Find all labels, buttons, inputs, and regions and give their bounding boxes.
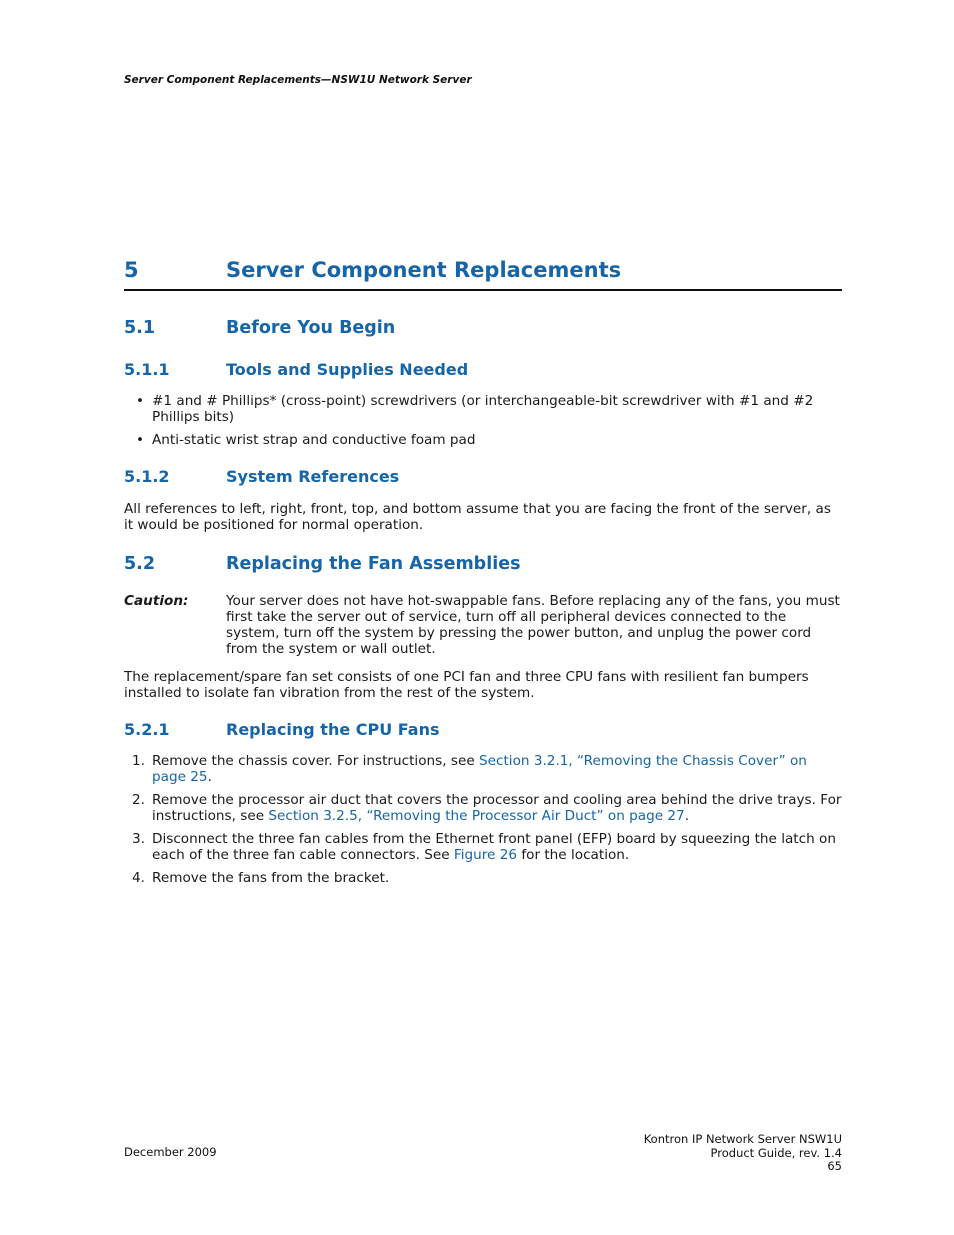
running-header: Server Component Replacements—NSW1U Netw… (124, 74, 472, 86)
step-item: 2. Remove the processor air duct that co… (124, 792, 842, 824)
chapter-number: 5 (124, 258, 139, 282)
footer-product-info: Kontron IP Network Server NSW1U Product … (643, 1132, 842, 1174)
section-title: System References (226, 467, 400, 486)
step-item: 3. Disconnect the three fan cables from … (124, 831, 842, 863)
section-title: Before You Begin (226, 318, 396, 338)
cpu-fan-steps: 1. Remove the chassis cover. For instruc… (124, 753, 842, 893)
section-number: 5.2.1 (124, 720, 170, 739)
tools-list: #1 and # Phillips* (cross-point) screwdr… (124, 393, 842, 455)
step-number: 4. (132, 870, 145, 886)
section-number: 5.1.2 (124, 467, 170, 486)
section-heading-5-1-1: 5.1.1 Tools and Supplies Needed (124, 360, 842, 382)
section-title: Replacing the Fan Assemblies (226, 554, 521, 574)
section-number: 5.1 (124, 318, 156, 338)
step-number: 2. (132, 792, 145, 808)
step-item: 1. Remove the chassis cover. For instruc… (124, 753, 842, 785)
step-number: 3. (132, 831, 145, 847)
step-text-end: . (207, 769, 212, 785)
section-link[interactable]: Section 3.2.5, “Removing the Processor A… (268, 808, 684, 824)
step-number: 1. (132, 753, 145, 769)
step-text: Remove the fans from the bracket. (152, 870, 390, 886)
caution-text: Your server does not have hot-swappable … (226, 593, 840, 657)
footer-date: December 2009 (124, 1145, 217, 1159)
chapter-heading: 5 Server Component Replacements (124, 256, 842, 291)
section-number: 5.1.1 (124, 360, 170, 379)
page-number: 65 (827, 1159, 842, 1173)
step-text-end: . (684, 808, 690, 824)
chapter-title: Server Component Replacements (226, 258, 622, 282)
footer-product: Kontron IP Network Server NSW1U (643, 1132, 842, 1146)
section-heading-5-2-1: 5.2.1 Replacing the CPU Fans (124, 720, 842, 742)
system-references-paragraph: All references to left, right, front, to… (124, 501, 831, 533)
section-number: 5.2 (124, 554, 156, 574)
step-text-end: for the location. (517, 847, 630, 863)
section-heading-5-1-2: 5.1.2 System References (124, 467, 842, 489)
figure-link[interactable]: Figure 26 (454, 847, 517, 863)
fan-set-paragraph: The replacement/spare fan set consists o… (124, 669, 809, 701)
section-title: Tools and Supplies Needed (226, 360, 469, 379)
list-item: Anti-static wrist strap and conductive f… (124, 432, 842, 448)
step-text: Remove the chassis cover. For instructio… (152, 753, 479, 769)
caution-label: Caution: (124, 593, 189, 609)
step-item: 4. Remove the fans from the bracket. (124, 870, 842, 886)
section-title: Replacing the CPU Fans (226, 720, 440, 739)
section-heading-5-1: 5.1 Before You Begin (124, 318, 842, 340)
section-heading-5-2: 5.2 Replacing the Fan Assemblies (124, 554, 842, 576)
list-item: #1 and # Phillips* (cross-point) screwdr… (124, 393, 842, 425)
footer-guide: Product Guide, rev. 1.4 (710, 1145, 842, 1160)
